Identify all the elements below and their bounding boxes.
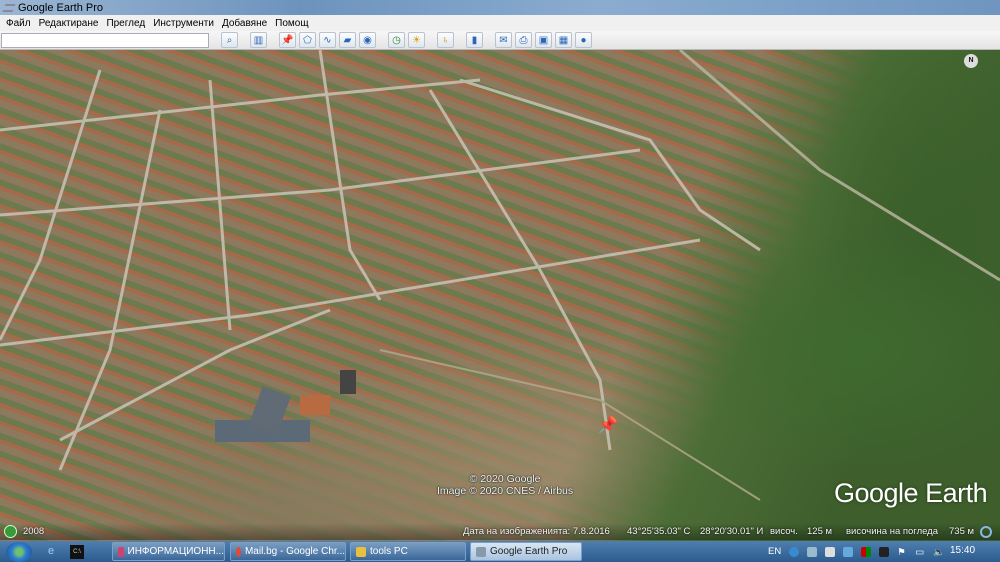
tray-app-icon[interactable]	[789, 546, 800, 557]
menu-add[interactable]: Добавяне	[220, 18, 273, 29]
system-tray: EN ⚑ ▭ 🔈	[768, 541, 945, 562]
clock-icon[interactable]	[4, 525, 17, 538]
print-icon[interactable]: ⎙	[515, 32, 532, 48]
window-title: Google Earth Pro	[18, 1, 103, 14]
taskbar-label: Google Earth Pro	[490, 546, 568, 557]
folder-icon	[356, 546, 366, 557]
start-button[interactable]	[6, 541, 32, 562]
taskbar-item[interactable]: ИНФОРМАЦИОНН...	[112, 542, 225, 561]
chrome-icon	[236, 546, 241, 557]
app-icon	[118, 546, 124, 557]
menu-tools[interactable]: Инструменти	[151, 18, 220, 29]
taskbar-item[interactable]: Mail.bg - Google Chr...	[230, 542, 346, 561]
elevation: 125 м	[807, 526, 833, 537]
loading-indicator-icon	[980, 525, 992, 538]
toolbar: ⌕ ▥ 📌 ⬠ ∿ ▰ ◉ ◷ ☀ ♄ ▮ ✉ ⎙ ▣ ▦ ●	[0, 31, 1000, 50]
road-network	[0, 50, 1000, 501]
taskbar-item[interactable]: tools PC	[350, 542, 466, 561]
save-image-icon[interactable]: ▣	[535, 32, 552, 48]
historical-imagery-control[interactable]: 2008	[4, 525, 44, 538]
tray-app-icon[interactable]	[843, 546, 854, 557]
title-bar: Google Earth Pro	[0, 0, 1000, 15]
compass-icon[interactable]: N	[964, 54, 978, 68]
imagery-date: Дата на изображенията: 7.8.2016	[463, 526, 610, 537]
map-view[interactable]: 📌 N © 2020 Google Image © 2020 CNES / Ai…	[0, 50, 1000, 541]
search-input[interactable]	[1, 32, 209, 48]
taskbar: e C:\ ИНФОРМАЦИОНН... Mail.bg - Google C…	[0, 541, 1000, 562]
path-icon[interactable]: ∿	[319, 32, 336, 48]
historical-imagery-icon[interactable]: ◷	[388, 32, 405, 48]
menu-view[interactable]: Преглед	[104, 18, 151, 29]
action-center-flag-icon[interactable]: ⚑	[897, 547, 907, 558]
command-prompt-icon[interactable]: C:\	[70, 544, 84, 559]
imagery-copyright: © 2020 Google Image © 2020 CNES / Airbus	[437, 473, 573, 497]
tray-app-icon[interactable]	[825, 546, 836, 557]
polygon-icon[interactable]: ⬠	[299, 32, 316, 48]
sidebar-icon[interactable]: ▥	[250, 32, 267, 48]
eye-altitude-label: височина на погледа	[846, 526, 939, 537]
menu-help[interactable]: Помощ	[273, 18, 314, 29]
elevation-label: височ.	[770, 526, 798, 537]
history-year: 2008	[23, 526, 45, 537]
clock[interactable]: 15:40	[950, 545, 975, 556]
taskbar-item[interactable]: Google Earth Pro	[470, 542, 582, 561]
internet-explorer-icon[interactable]: e	[44, 545, 58, 559]
placemark-icon[interactable]: 📌	[279, 32, 296, 48]
language-indicator[interactable]: EN	[768, 546, 781, 557]
network-icon[interactable]: ▭	[915, 547, 925, 558]
status-bar: 2008 Дата на изображенията: 7.8.2016 43°…	[0, 523, 1000, 540]
tray-app-icon[interactable]	[861, 546, 872, 557]
google-earth-icon	[476, 546, 486, 557]
eye-altitude: 735 м	[949, 526, 975, 537]
copyright-line: Image © 2020 CNES / Airbus	[437, 485, 574, 497]
longitude: 28°20'30.01" И	[700, 526, 764, 537]
planets-icon[interactable]: ♄	[437, 32, 454, 48]
taskbar-label: tools PC	[370, 546, 408, 557]
tour-icon[interactable]: ◉	[359, 32, 376, 48]
app-icon	[2, 3, 16, 12]
search-icon[interactable]: ⌕	[221, 32, 238, 48]
tray-tool-icon[interactable]	[807, 546, 818, 557]
email-icon[interactable]: ✉	[495, 32, 512, 48]
copyright-line: © 2020 Google	[469, 473, 541, 485]
maps-icon[interactable]: ▦	[555, 32, 572, 48]
taskbar-label: ИНФОРМАЦИОНН...	[127, 546, 225, 557]
latitude: 43°25'35.03" С	[627, 526, 691, 537]
sunlight-icon[interactable]: ☀	[408, 32, 425, 48]
volume-icon[interactable]: 🔈	[933, 547, 945, 558]
placemark-pin-icon[interactable]: 📌	[598, 415, 618, 434]
overlay-icon[interactable]: ▰	[339, 32, 356, 48]
menu-edit[interactable]: Редактиране	[37, 18, 105, 29]
tray-app-icon[interactable]	[879, 546, 890, 557]
menu-bar: Файл Редактиране Преглед Инструменти Доб…	[0, 15, 1000, 31]
taskbar-label: Mail.bg - Google Chr...	[244, 546, 345, 557]
menu-file[interactable]: Файл	[4, 18, 37, 29]
earth-icon[interactable]: ●	[575, 32, 592, 48]
google-earth-logo: Google Earth	[834, 478, 988, 508]
ruler-icon[interactable]: ▮	[466, 32, 483, 48]
